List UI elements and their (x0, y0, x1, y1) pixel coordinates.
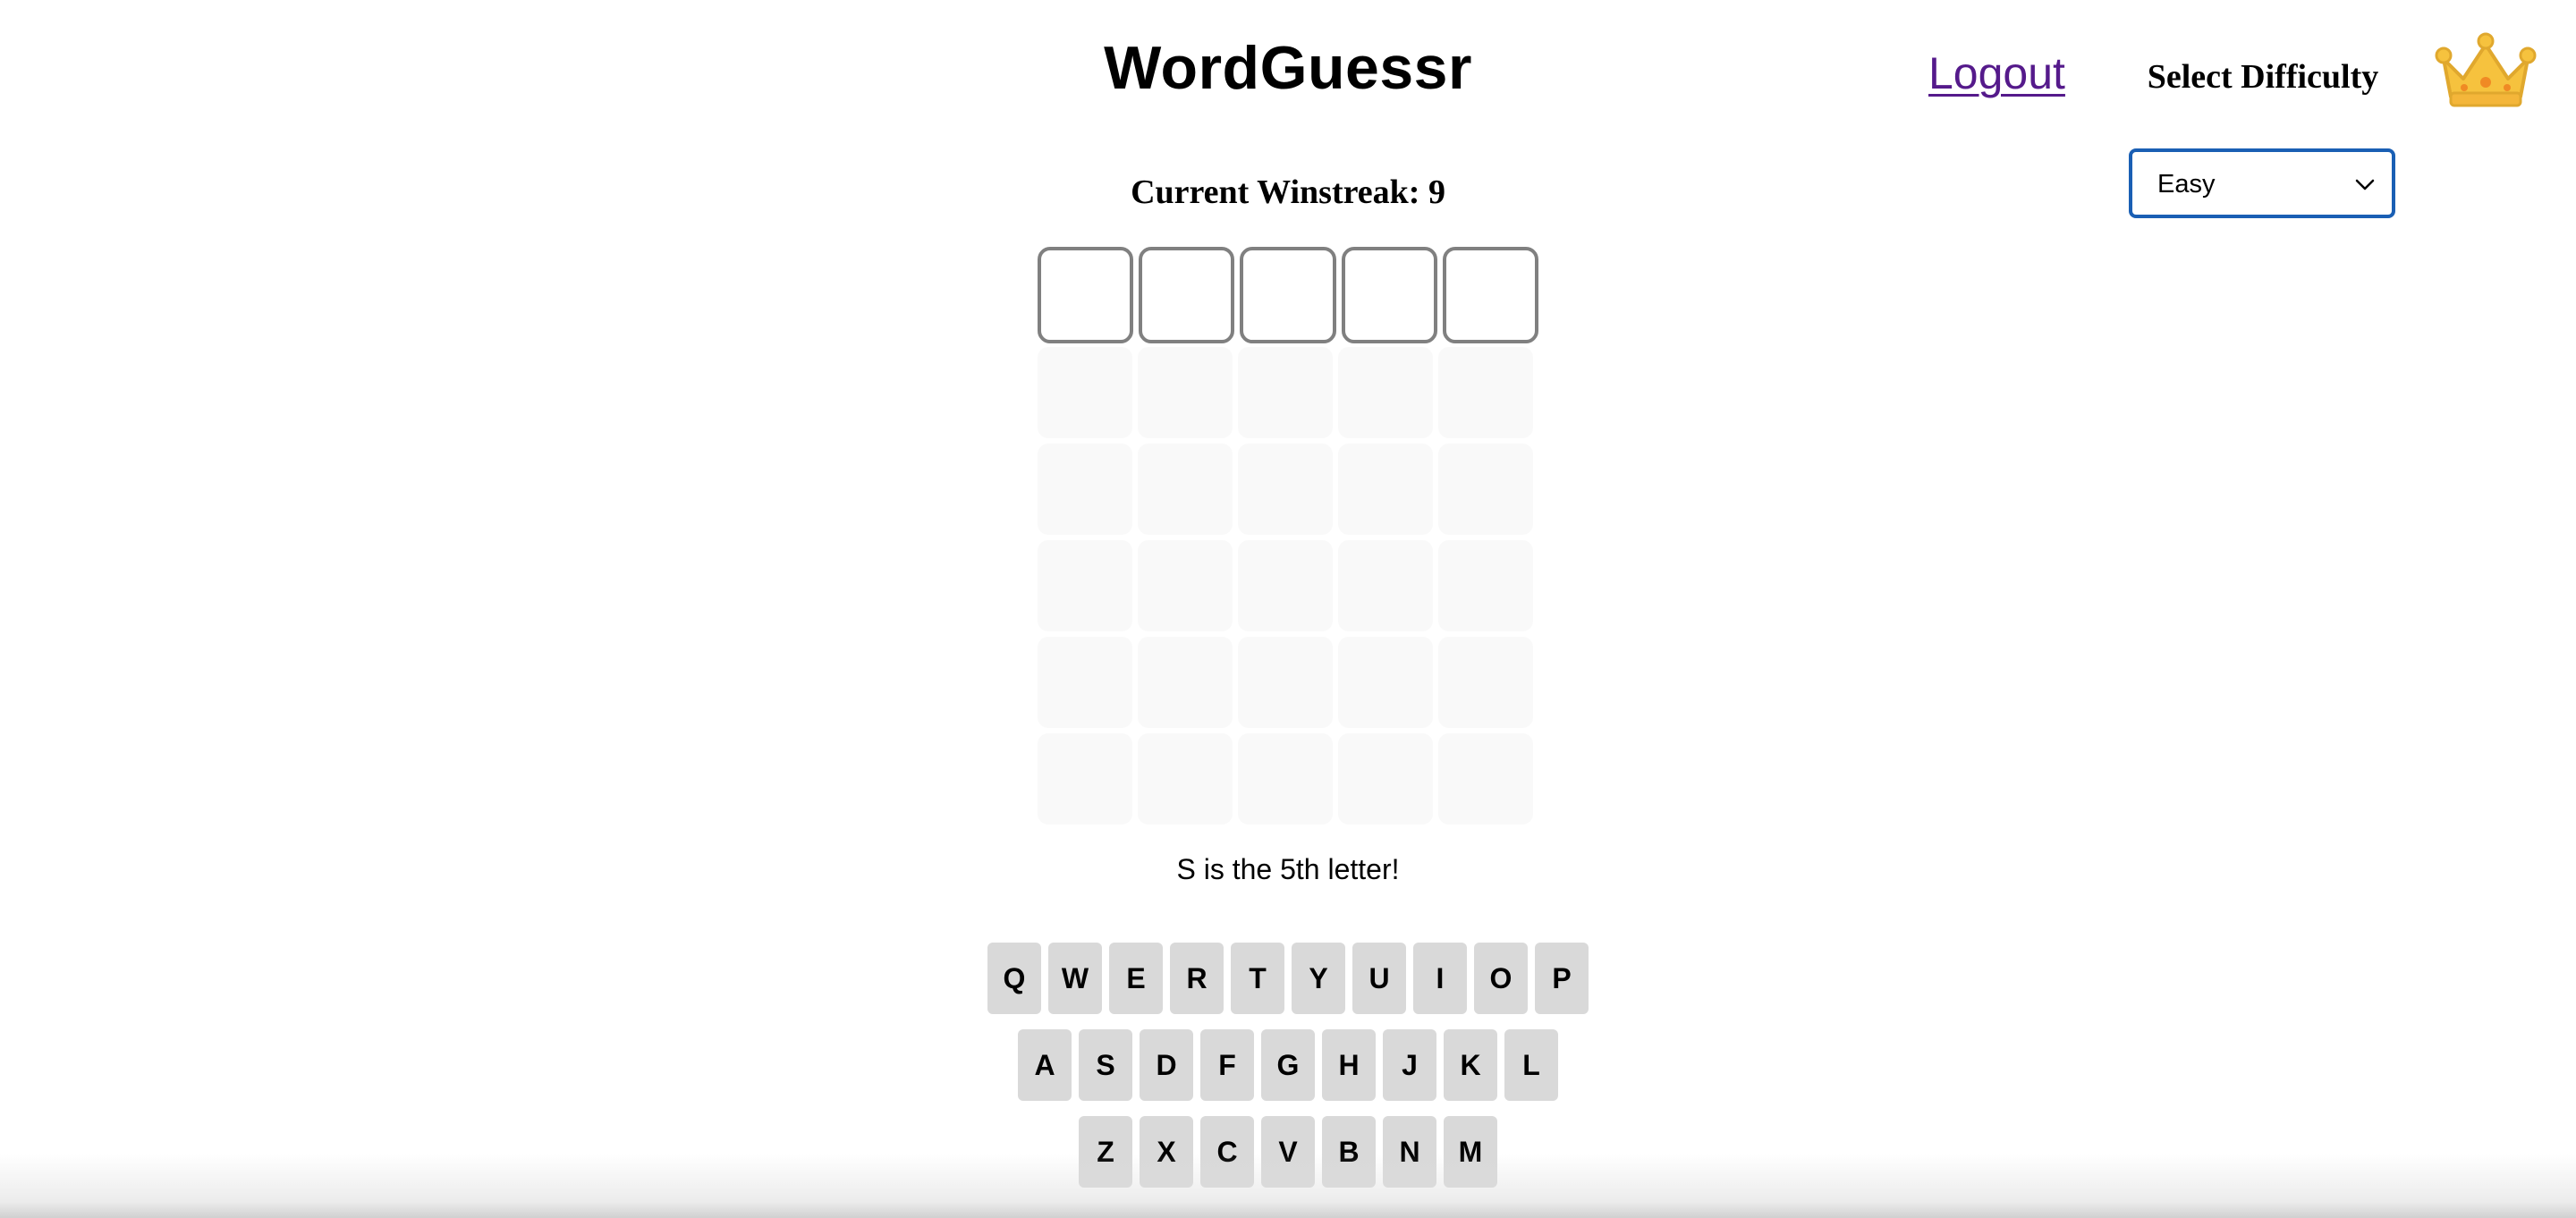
winstreak-display: Current Winstreak: 9 (0, 170, 2576, 215)
letter-tile (1238, 637, 1333, 728)
letter-tile (1442, 247, 1539, 343)
key-w[interactable]: W (1048, 943, 1102, 1014)
letter-tile (1438, 347, 1533, 438)
letter-tile (1238, 540, 1333, 631)
key-v[interactable]: V (1261, 1116, 1315, 1188)
letter-tile (1438, 733, 1533, 825)
key-a[interactable]: A (1018, 1029, 1072, 1101)
letter-tile (1038, 637, 1132, 728)
key-t[interactable]: T (1231, 943, 1284, 1014)
letter-tile (1238, 444, 1333, 535)
letter-tile (1338, 540, 1433, 631)
letter-tile (1240, 247, 1336, 343)
key-n[interactable]: N (1383, 1116, 1436, 1188)
key-o[interactable]: O (1474, 943, 1528, 1014)
letter-tile (1438, 637, 1533, 728)
letter-tile (1138, 733, 1233, 825)
letter-tile (1338, 733, 1433, 825)
key-g[interactable]: G (1261, 1029, 1315, 1101)
letter-tile (1338, 347, 1433, 438)
letter-tile (1138, 540, 1233, 631)
key-k[interactable]: K (1444, 1029, 1497, 1101)
letter-tile (1038, 347, 1132, 438)
key-q[interactable]: Q (987, 943, 1041, 1014)
key-y[interactable]: Y (1292, 943, 1345, 1014)
key-j[interactable]: J (1383, 1029, 1436, 1101)
key-b[interactable]: B (1322, 1116, 1376, 1188)
keyboard-row: ZXCVBNM (0, 1116, 2576, 1188)
letter-tile (1238, 347, 1333, 438)
key-e[interactable]: E (1109, 943, 1163, 1014)
letter-tile (1341, 247, 1437, 343)
key-d[interactable]: D (1140, 1029, 1193, 1101)
key-i[interactable]: I (1413, 943, 1467, 1014)
key-r[interactable]: R (1170, 943, 1224, 1014)
letter-tile (1338, 637, 1433, 728)
winstreak-label: Current Winstreak: (1131, 173, 1420, 211)
letter-tile (1038, 444, 1132, 535)
letter-tile (1038, 247, 1134, 343)
key-l[interactable]: L (1504, 1029, 1558, 1101)
hint-message: S is the 5th letter! (1176, 853, 1400, 885)
letter-tile (1138, 347, 1233, 438)
key-p[interactable]: P (1535, 943, 1589, 1014)
letter-tile (1038, 540, 1132, 631)
keyboard-row: ASDFGHJKL (0, 1029, 2576, 1101)
key-h[interactable]: H (1322, 1029, 1376, 1101)
key-x[interactable]: X (1140, 1116, 1193, 1188)
letter-tile (1338, 444, 1433, 535)
difficulty-label: Select Difficulty (2147, 58, 2379, 96)
board-row (1038, 733, 1538, 825)
board-row (1038, 444, 1538, 535)
board-row (1038, 247, 1539, 343)
key-c[interactable]: C (1200, 1116, 1254, 1188)
board-row (1038, 540, 1538, 631)
letter-tile (1438, 444, 1533, 535)
crown-icon[interactable] (2435, 32, 2537, 109)
letter-tile (1438, 540, 1533, 631)
board-row (1038, 347, 1538, 438)
board-row (1038, 637, 1538, 728)
key-f[interactable]: F (1200, 1029, 1254, 1101)
winstreak-value: 9 (1428, 173, 1445, 211)
game-board (1038, 247, 1539, 830)
letter-tile (1138, 637, 1233, 728)
letter-tile (1038, 733, 1132, 825)
key-u[interactable]: U (1352, 943, 1406, 1014)
letter-tile (1238, 733, 1333, 825)
letter-tile (1138, 444, 1233, 535)
key-z[interactable]: Z (1079, 1116, 1132, 1188)
logout-link[interactable]: Logout (1928, 47, 2065, 100)
key-m[interactable]: M (1444, 1116, 1497, 1188)
letter-tile (1139, 247, 1235, 343)
on-screen-keyboard: QWERTYUIOP ASDFGHJKL ZXCVBNM (0, 943, 2576, 1203)
key-s[interactable]: S (1079, 1029, 1132, 1101)
keyboard-row: QWERTYUIOP (0, 943, 2576, 1014)
